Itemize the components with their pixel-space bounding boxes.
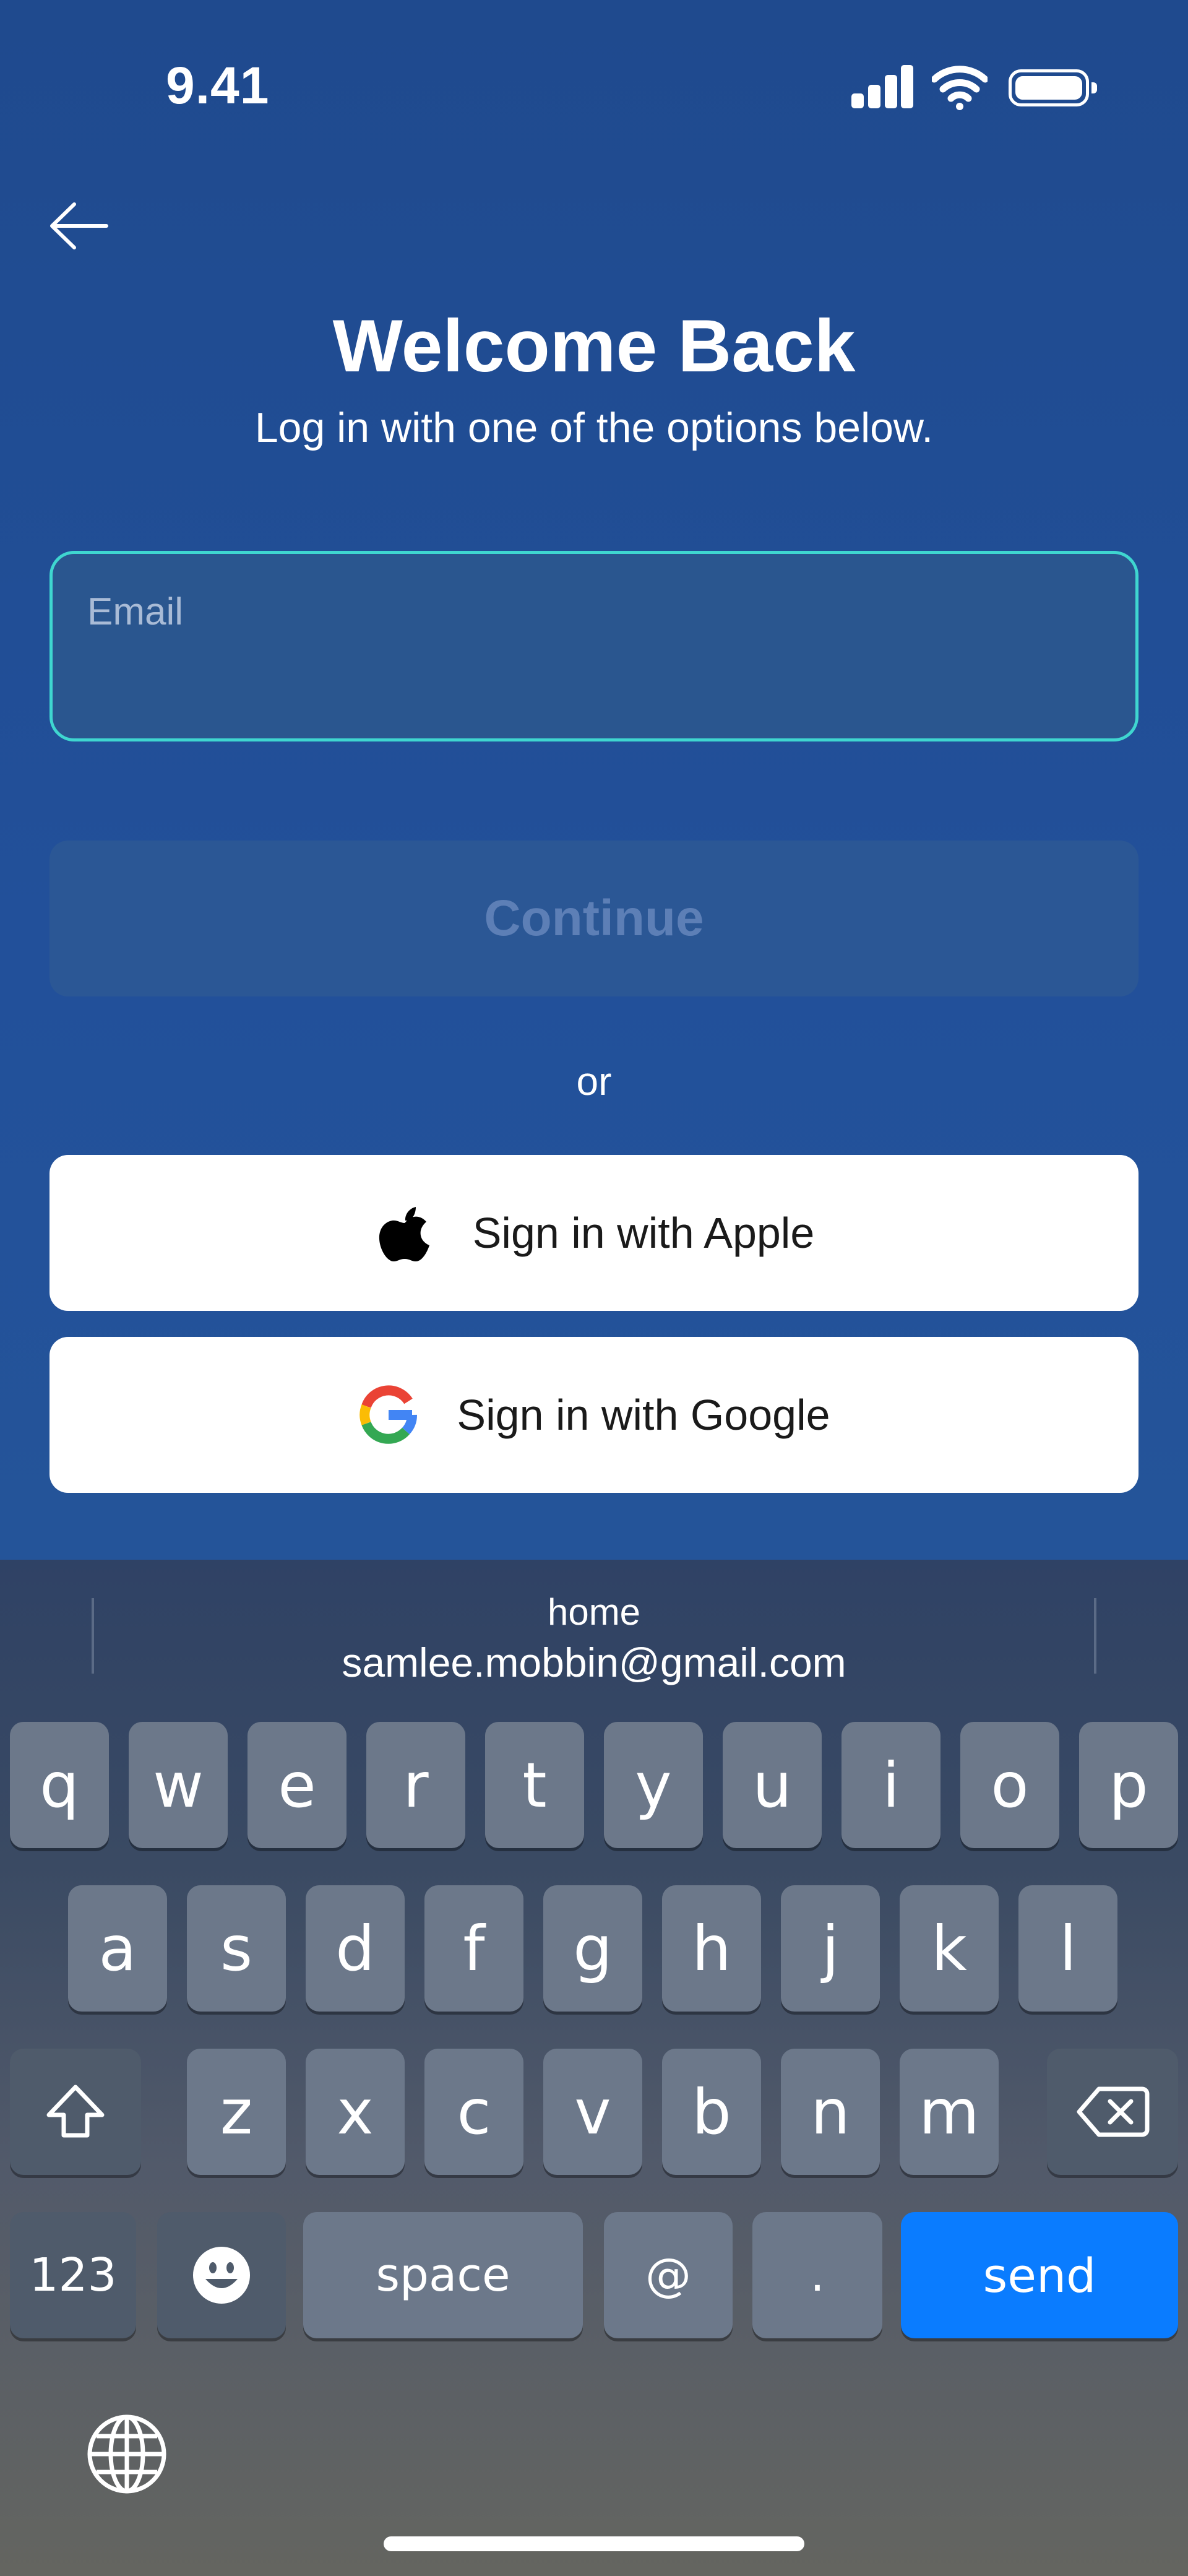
key-u[interactable]: u — [723, 1722, 822, 1848]
page-title: Welcome Back — [332, 305, 856, 387]
space-key[interactable]: space — [303, 2212, 583, 2338]
numbers-key[interactable]: 123 — [10, 2212, 136, 2338]
email-placeholder: Email — [87, 590, 184, 633]
at-key[interactable]: @ — [604, 2212, 733, 2338]
emoji-key[interactable] — [157, 2212, 286, 2338]
backspace-key[interactable] — [1047, 2049, 1178, 2175]
key-r[interactable]: r — [366, 1722, 465, 1848]
key-g[interactable]: g — [543, 1885, 642, 2012]
key-n[interactable]: n — [781, 2049, 880, 2175]
status-time: 9.41 — [166, 56, 270, 115]
continue-button[interactable]: Continue — [50, 841, 1138, 996]
key-o[interactable]: o — [960, 1722, 1059, 1848]
or-divider: or — [576, 1059, 612, 1104]
send-key[interactable]: send — [901, 2212, 1178, 2338]
keyboard: home samlee.mobbin@gmail.com 123 space @… — [0, 1560, 1188, 2576]
login-screen: 9.41 Welcome Back Log in with one of the… — [0, 0, 1188, 1560]
key-l[interactable]: l — [1018, 1885, 1117, 2012]
dot-key[interactable]: . — [752, 2212, 882, 2338]
key-w[interactable]: w — [129, 1722, 228, 1848]
key-d[interactable]: d — [306, 1885, 405, 2012]
backspace-icon — [1077, 2086, 1150, 2137]
wifi-icon — [932, 66, 988, 110]
key-j[interactable]: j — [781, 1885, 880, 2012]
email-field[interactable]: Email — [50, 551, 1138, 741]
key-t[interactable]: t — [485, 1722, 584, 1848]
key-k[interactable]: k — [900, 1885, 999, 2012]
google-logo-icon — [359, 1385, 418, 1444]
shift-icon — [46, 2085, 105, 2138]
key-s[interactable]: s — [187, 1885, 286, 2012]
key-i[interactable]: i — [842, 1722, 940, 1848]
battery-icon — [1009, 69, 1097, 106]
key-b[interactable]: b — [662, 2049, 761, 2175]
suggestion-email[interactable]: samlee.mobbin@gmail.com — [0, 1639, 1188, 1686]
suggestion-home[interactable]: home — [0, 1591, 1188, 1633]
sign-in-apple-label: Sign in with Apple — [472, 1209, 815, 1257]
key-f[interactable]: f — [424, 1885, 523, 2012]
key-y[interactable]: y — [604, 1722, 703, 1848]
suggestion-bar: home samlee.mobbin@gmail.com — [0, 1560, 1188, 1708]
shift-key[interactable] — [10, 2049, 141, 2175]
continue-label: Continue — [484, 890, 704, 946]
emoji-icon — [193, 2247, 250, 2304]
sign-in-google-label: Sign in with Google — [457, 1391, 830, 1439]
sign-in-google-button[interactable]: Sign in with Google — [50, 1337, 1138, 1493]
key-q[interactable]: q — [10, 1722, 109, 1848]
key-m[interactable]: m — [900, 2049, 999, 2175]
key-a[interactable]: a — [68, 1885, 167, 2012]
home-indicator[interactable] — [384, 2536, 804, 2551]
key-x[interactable]: x — [306, 2049, 405, 2175]
key-z[interactable]: z — [187, 2049, 286, 2175]
apple-logo-icon — [379, 1207, 429, 1261]
key-e[interactable]: e — [248, 1722, 346, 1848]
globe-icon[interactable] — [87, 2414, 167, 2494]
key-v[interactable]: v — [543, 2049, 642, 2175]
page-subtitle: Log in with one of the options below. — [254, 404, 934, 451]
status-bar: 9.41 — [0, 0, 1188, 161]
back-arrow-icon[interactable] — [47, 199, 111, 253]
key-c[interactable]: c — [424, 2049, 523, 2175]
key-h[interactable]: h — [662, 1885, 761, 2012]
key-p[interactable]: p — [1079, 1722, 1178, 1848]
cellular-signal-icon — [851, 65, 913, 108]
sign-in-apple-button[interactable]: Sign in with Apple — [50, 1155, 1138, 1311]
